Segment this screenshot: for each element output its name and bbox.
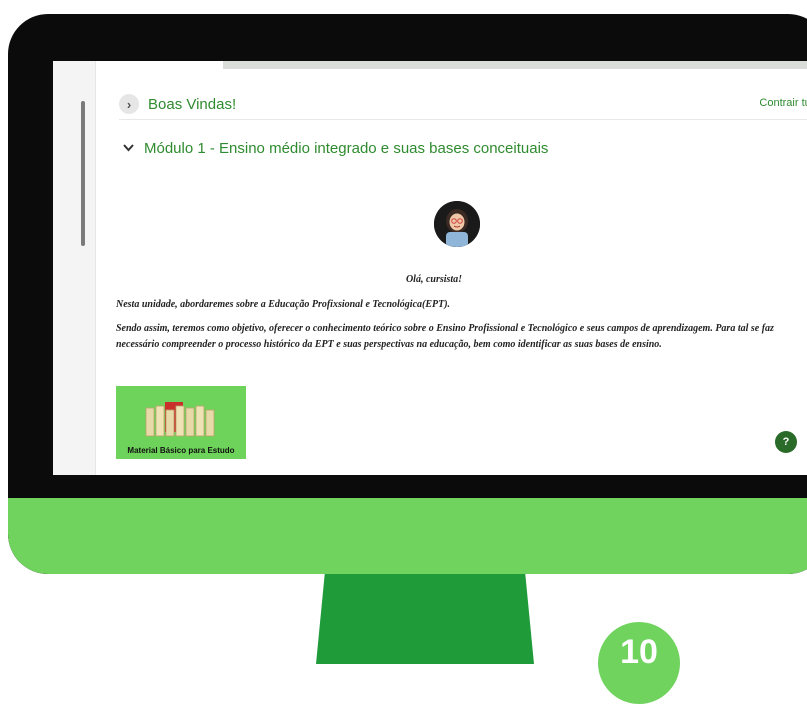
- page-number-badge: 10: [598, 622, 680, 704]
- avatar: [434, 201, 480, 247]
- material-basico-link[interactable]: Material Básico para Estudo: [116, 386, 246, 459]
- objective-paragraph: Sendo assim, teremos como objetivo, ofer…: [116, 323, 774, 350]
- chevron-right-icon[interactable]: ›: [119, 94, 139, 114]
- help-button[interactable]: ?: [775, 431, 797, 453]
- greeting-text: Olá, cursista!: [405, 274, 463, 285]
- section-boas-vindas[interactable]: › Boas Vindas!: [119, 89, 807, 120]
- intro-paragraph: Nesta unidade, abordaremes sobre a Educa…: [116, 299, 451, 310]
- tab-strip: [223, 61, 807, 69]
- monitor-chin: [8, 498, 807, 574]
- scrollbar-thumb[interactable]: [81, 101, 85, 246]
- section-title[interactable]: Boas Vindas!: [148, 96, 236, 113]
- collapse-all-link[interactable]: Contrair tudo: [759, 97, 807, 109]
- chevron-down-icon[interactable]: [121, 144, 135, 152]
- material-label[interactable]: Material Básico para Estudo: [116, 446, 246, 455]
- browser-screen: › Boas Vindas! Contrair tudo Módulo 1 - …: [53, 61, 807, 475]
- folder-files-icon: [145, 402, 215, 437]
- left-drawer-rail: [53, 61, 96, 475]
- section-title[interactable]: Módulo 1 - Ensino médio integrado e suas…: [144, 140, 548, 157]
- monitor-stand: [316, 574, 534, 664]
- section-modulo-1[interactable]: Módulo 1 - Ensino médio integrado e suas…: [119, 133, 807, 163]
- monitor-frame: › Boas Vindas! Contrair tudo Módulo 1 - …: [8, 14, 807, 574]
